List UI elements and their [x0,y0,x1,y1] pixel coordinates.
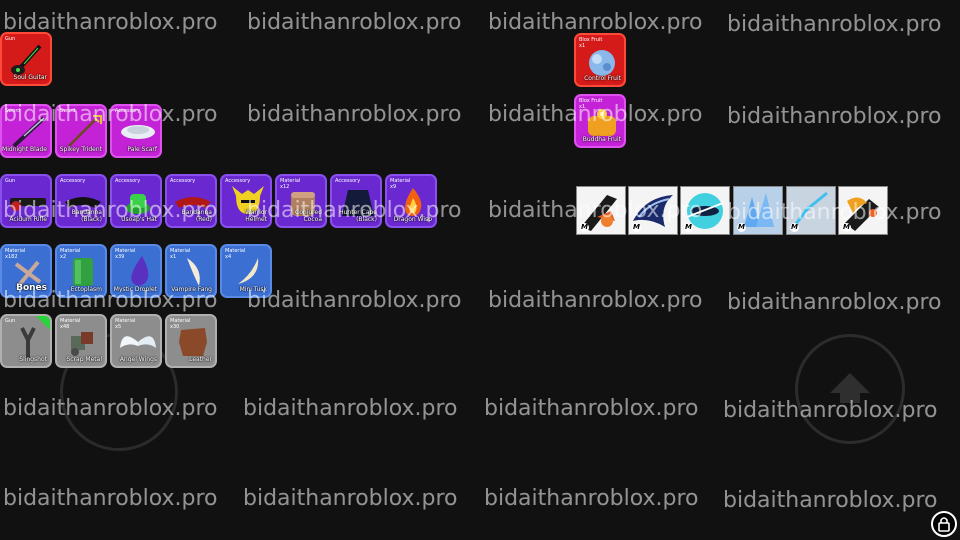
wings-icon [120,336,156,348]
inventory-slot-conjured-cocoa[interactable]: Material x12 Conjured Cocoa [275,174,327,228]
watermark: bidaithanroblox.pro [247,10,462,35]
inventory-slot-pale-scarf[interactable]: Accessory Pale Scarf [110,104,162,158]
inventory-slot-dragon-wisp[interactable]: Material x9 Dragon Wisp [385,174,437,228]
skill-tile[interactable]: M [680,186,730,235]
skill-tile[interactable]: M [576,186,626,235]
inventory-slot-spikey-trident[interactable]: Sword Spikey Trident [55,104,107,158]
ectoplasm-icon [73,258,93,286]
droplet-icon [131,256,149,286]
item-name: Dragon Wisp [393,216,432,223]
trident-icon [68,115,102,147]
arrow-up-icon [830,373,870,403]
inventory-slot-angel-wings[interactable]: Material x5 Angel Wings [110,314,162,368]
item-name: Buddha Fruit [582,136,621,143]
mastery-badge: M [632,223,641,232]
inventory-slot-midnight-blade[interactable]: Sword Midnight Blade [0,104,52,158]
skill-tile[interactable]: M [786,186,836,235]
item-name: Bandanna (Black) [71,209,102,223]
inventory-slot-mystic-droplet[interactable]: Material x39 Mystic Droplet [110,244,162,298]
watermark: bidaithanroblox.pro [484,486,699,511]
fang-icon [187,258,200,286]
item-name: Pale Scarf [127,146,157,153]
control-fruit-icon [589,50,615,76]
leather-icon [179,328,207,356]
scarf-icon [121,125,155,139]
watermark: bidaithanroblox.pro [247,288,462,313]
item-name: Spikey Trident [59,146,102,153]
buddha-fruit-icon [588,109,616,136]
item-name: Ectoplasm [70,286,102,293]
watermark: bidaithanroblox.pro [243,396,458,421]
mastery-badge: M [684,223,693,232]
inventory-slot-usoaps-hat[interactable]: Accessory Usoap's Hat [110,174,162,228]
inventory-slot-leather[interactable]: Material x30 Leather [165,314,217,368]
watermark: bidaithanroblox.pro [484,396,699,421]
inventory-slot-acidum-rifle[interactable]: Gun Acidum Rifle [0,174,52,228]
watermark: bidaithanroblox.pro [488,10,703,35]
jump-button[interactable] [795,334,905,444]
watermark: bidaithanroblox.pro [723,488,938,513]
item-name: Slingshot [19,356,47,363]
item-name: Bones [16,283,47,293]
item-name: Midnight Blade [2,146,47,153]
inventory-slot-warrior-helmet[interactable]: Accessory Warrior Helmet [220,174,272,228]
item-name: Vampire Fang [171,286,212,293]
item-name: Conjured Cocoa [295,209,322,223]
item-name: Usoap's Hat [121,216,157,223]
inventory-slot-soul-guitar[interactable]: Gun Soul Guitar [0,32,52,86]
watermark: bidaithanroblox.pro [488,288,703,313]
hat-icon [126,194,150,214]
item-name: Scrap Metal [66,356,102,363]
item-name: Control Fruit [584,75,621,82]
item-name: Soul Guitar [13,74,47,81]
item-name: Leather [189,356,212,363]
item-name: Warrior Helmet [245,209,267,223]
item-name: Angel Wings [119,356,157,363]
inventory-slot-bandanna-black[interactable]: Accessory Bandanna (Black) [55,174,107,228]
inventory-slot-bandanna-red[interactable]: Accessory Bandanna (Red) [165,174,217,228]
mastery-badge: M [842,223,851,232]
watermark: bidaithanroblox.pro [727,104,942,129]
guitar-icon [11,44,42,75]
item-name: Mini Tusk [239,286,267,293]
mastery-badge: M [790,223,799,232]
item-name: Hunter Cape (Black) [339,209,377,223]
tusk-icon [238,258,259,284]
skill-tile[interactable]: M [628,186,678,235]
slingshot-icon [20,327,36,358]
item-name: Bandanna (Red) [181,209,212,223]
watermark: bidaithanroblox.pro [247,102,462,127]
skill-tile[interactable]: M [733,186,783,235]
inventory-slot-mini-tusk[interactable]: Material x4 Mini Tusk [220,244,272,298]
watermark: bidaithanroblox.pro [243,486,458,511]
item-name: Acidum Rifle [9,216,47,223]
lock-icon [938,517,950,532]
inventory-slot-scrap-metal[interactable]: Material x48 Scrap Metal [55,314,107,368]
fruit-slot-buddha[interactable]: Blox Fruit x1 Buddha Fruit [574,94,626,148]
watermark: bidaithanroblox.pro [727,12,942,37]
watermark: bidaithanroblox.pro [727,290,942,315]
item-name: Mystic Droplet [113,286,157,293]
shift-lock-button[interactable] [931,511,957,537]
inventory-slot-slingshot[interactable]: Gun Slingshot [0,314,52,368]
inventory-slot-vampire-fang[interactable]: Material x1 Vampire Fang [165,244,217,298]
skill-tile[interactable]: M [838,186,888,235]
inventory-slot-ectoplasm[interactable]: Material x2 Ectoplasm [55,244,107,298]
rifle-icon [10,198,46,211]
mastery-badge: M [580,223,589,232]
mastery-badge: M [737,223,746,232]
inventory-slot-bones[interactable]: Material x182 Bones [0,244,52,298]
sword-icon [12,116,46,148]
watermark: bidaithanroblox.pro [3,486,218,511]
flame-icon [405,188,422,216]
fruit-slot-control[interactable]: Blox Fruit x1 Control Fruit [574,33,626,87]
inventory-slot-hunter-cape-black[interactable]: Accessory Hunter Cape (Black) [330,174,382,228]
scrap-metal-icon [71,332,93,356]
